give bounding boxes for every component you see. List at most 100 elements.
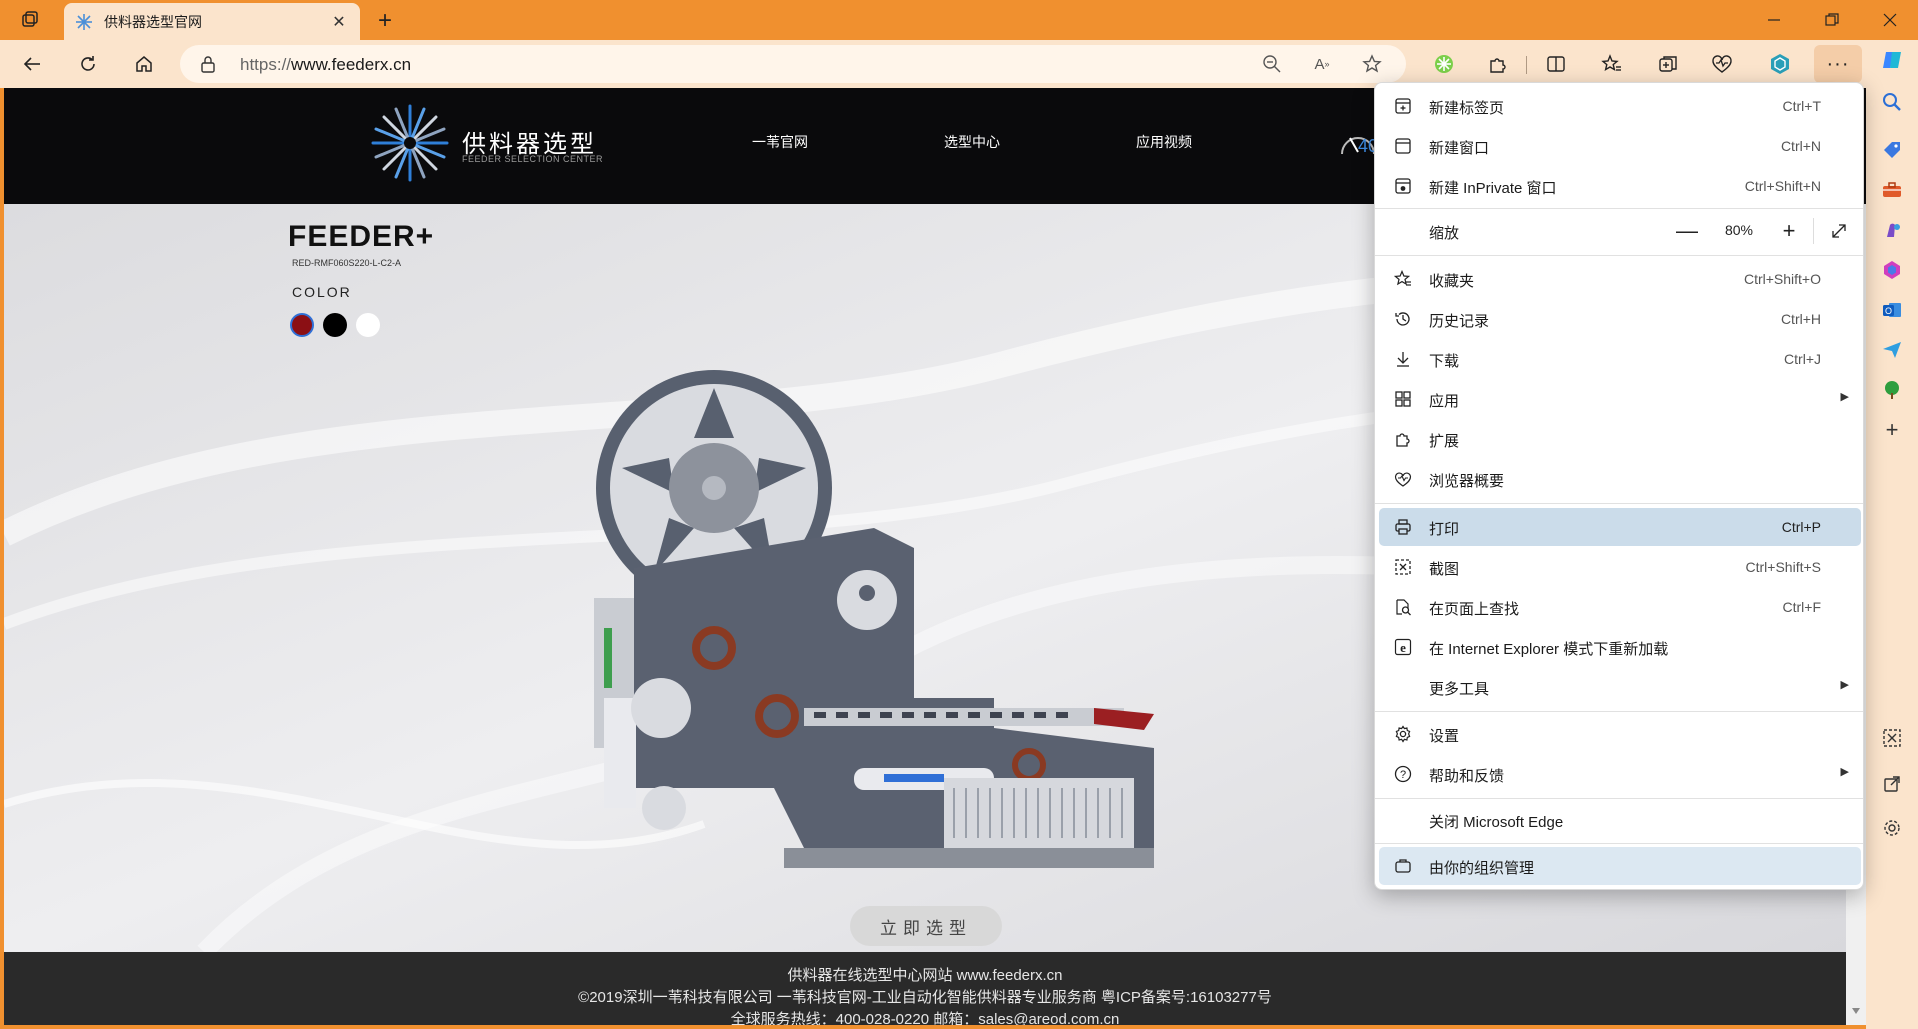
settings-menu: 新建标签页 Ctrl+T 新建窗口 Ctrl+N 新建 InPrivate 窗口…	[1374, 82, 1864, 890]
color-swatch-red[interactable]	[290, 313, 314, 337]
home-button[interactable]	[128, 48, 160, 80]
microsoft-365-icon[interactable]	[1878, 256, 1906, 284]
feeder-machine-image	[594, 370, 1154, 868]
games-icon[interactable]	[1878, 216, 1906, 244]
screenshot-icon	[1393, 557, 1413, 577]
send-icon[interactable]	[1878, 336, 1906, 364]
toolbar-separator	[1526, 56, 1527, 74]
browser-tab[interactable]: 供料器选型官网 ✕	[64, 3, 360, 40]
tab-close-icon[interactable]: ✕	[328, 11, 350, 33]
zoom-out-icon[interactable]	[1260, 52, 1284, 76]
zoom-separator	[1813, 218, 1814, 244]
tab-title: 供料器选型官网	[104, 13, 202, 30]
menu-item-new-inprivate[interactable]: 新建 InPrivate 窗口 Ctrl+Shift+N	[1379, 167, 1861, 205]
new-tab-button[interactable]: +	[372, 7, 398, 34]
search-icon[interactable]	[1878, 88, 1906, 116]
select-now-button[interactable]: 立即选型	[850, 906, 1002, 946]
menu-item-apps[interactable]: 应用 ▶	[1379, 380, 1861, 418]
new-tab-icon	[1393, 96, 1413, 116]
menu-item-help-feedback[interactable]: ? 帮助和反馈 ▶	[1379, 755, 1861, 793]
menu-separator	[1375, 255, 1863, 256]
menu-item-ie-mode[interactable]: e 在 Internet Explorer 模式下重新加载	[1379, 628, 1861, 666]
sidebar-settings-icon[interactable]	[1878, 814, 1906, 842]
zoom-in-button[interactable]: +	[1775, 217, 1803, 245]
extensions-puzzle-icon[interactable]	[1484, 50, 1512, 78]
find-icon	[1393, 597, 1413, 617]
shopping-tag-icon[interactable]	[1878, 136, 1906, 164]
site-logo-icon[interactable]	[369, 102, 451, 184]
nav-link-videos[interactable]: 应用视频	[1136, 132, 1192, 152]
svg-text:O: O	[1885, 306, 1892, 316]
collections-icon[interactable]	[1654, 50, 1682, 78]
address-bar[interactable]: https://www.feederx.cn A»	[180, 45, 1406, 83]
lock-icon[interactable]	[198, 54, 218, 74]
menu-item-screenshot[interactable]: 截图 Ctrl+Shift+S	[1379, 548, 1861, 586]
menu-item-history[interactable]: 历史记录 Ctrl+H	[1379, 300, 1861, 338]
tab-favicon-icon	[74, 12, 94, 32]
menu-separator	[1375, 503, 1863, 504]
product-sku: RED-RMF060S220-L-C2-A	[292, 258, 402, 268]
menu-item-close-edge[interactable]: 关闭 Microsoft Edge	[1379, 801, 1861, 839]
extension-cube-icon[interactable]	[1766, 50, 1794, 78]
edge-sidebar: O +	[1866, 40, 1918, 1029]
open-external-icon[interactable]	[1878, 770, 1906, 798]
read-aloud-icon[interactable]: A»	[1310, 52, 1334, 76]
color-swatch-black[interactable]	[323, 313, 347, 337]
minimize-button[interactable]	[1746, 0, 1802, 40]
favorite-star-icon[interactable]	[1360, 52, 1384, 76]
menu-item-extensions[interactable]: 扩展	[1379, 420, 1861, 458]
svg-text:?: ?	[1400, 769, 1406, 781]
inprivate-icon	[1393, 176, 1413, 196]
menu-item-new-window[interactable]: 新建窗口 Ctrl+N	[1379, 127, 1861, 165]
ie-mode-icon: e	[1393, 637, 1413, 657]
refresh-button[interactable]	[72, 48, 104, 80]
sidebar-capture-icon[interactable]	[1878, 724, 1906, 752]
close-window-button[interactable]	[1862, 0, 1918, 40]
download-icon	[1393, 349, 1413, 369]
menu-item-find-on-page[interactable]: 在页面上查找 Ctrl+F	[1379, 588, 1861, 626]
menu-item-favorites[interactable]: 收藏夹 Ctrl+Shift+O	[1379, 260, 1861, 298]
menu-item-new-tab[interactable]: 新建标签页 Ctrl+T	[1379, 87, 1861, 125]
copilot-icon[interactable]	[1878, 46, 1906, 74]
menu-item-print[interactable]: 打印 Ctrl+P	[1379, 508, 1861, 546]
zoom-out-button[interactable]: —	[1673, 217, 1701, 245]
title-bar: 供料器选型官网 ✕ +	[0, 0, 1918, 40]
back-button[interactable]	[16, 48, 48, 80]
zoom-level: 80%	[1724, 222, 1754, 238]
browser-essentials-icon[interactable]	[1708, 50, 1736, 78]
managed-icon	[1393, 856, 1413, 876]
print-icon	[1393, 517, 1413, 537]
menu-item-settings[interactable]: 设置	[1379, 715, 1861, 753]
menu-item-more-tools[interactable]: 更多工具 ▶	[1379, 668, 1861, 706]
site-logo-subtext: FEEDER SELECTION CENTER	[462, 154, 604, 164]
fullscreen-icon[interactable]	[1825, 217, 1853, 245]
menu-separator	[1375, 843, 1863, 844]
add-sidebar-app-icon[interactable]: +	[1878, 416, 1906, 444]
nav-link-selection-center[interactable]: 选型中心	[944, 132, 1000, 152]
apps-icon	[1393, 389, 1413, 409]
favorites-icon[interactable]	[1598, 50, 1626, 78]
menu-separator	[1375, 798, 1863, 799]
color-swatch-white[interactable]	[356, 313, 380, 337]
toolbox-icon[interactable]	[1878, 176, 1906, 204]
url-text[interactable]: https://www.feederx.cn	[240, 55, 411, 75]
split-screen-icon[interactable]	[1542, 50, 1570, 78]
new-window-icon	[1393, 136, 1413, 156]
menu-item-browser-essentials[interactable]: 浏览器概要	[1379, 460, 1861, 498]
footer-line-1: 供料器在线选型中心网站 www.feederx.cn	[787, 967, 1063, 984]
submenu-arrow-icon: ▶	[1840, 679, 1849, 691]
history-icon	[1393, 309, 1413, 329]
restore-button[interactable]	[1804, 0, 1860, 40]
menu-item-managed-by-org[interactable]: 由你的组织管理	[1379, 847, 1861, 885]
nav-link-official[interactable]: 一苇官网	[752, 132, 808, 152]
tree-icon[interactable]	[1878, 376, 1906, 404]
extension-green-icon[interactable]	[1430, 50, 1458, 78]
help-icon: ?	[1393, 764, 1413, 784]
browser-toolbar: https://www.feederx.cn A» ···	[0, 40, 1918, 88]
favorites-icon	[1393, 269, 1413, 289]
workspaces-icon[interactable]	[18, 8, 42, 32]
menu-item-downloads[interactable]: 下载 Ctrl+J	[1379, 340, 1861, 378]
settings-and-more-button[interactable]: ···	[1814, 45, 1862, 83]
outlook-icon[interactable]: O	[1878, 296, 1906, 324]
submenu-arrow-icon: ▶	[1840, 766, 1849, 778]
